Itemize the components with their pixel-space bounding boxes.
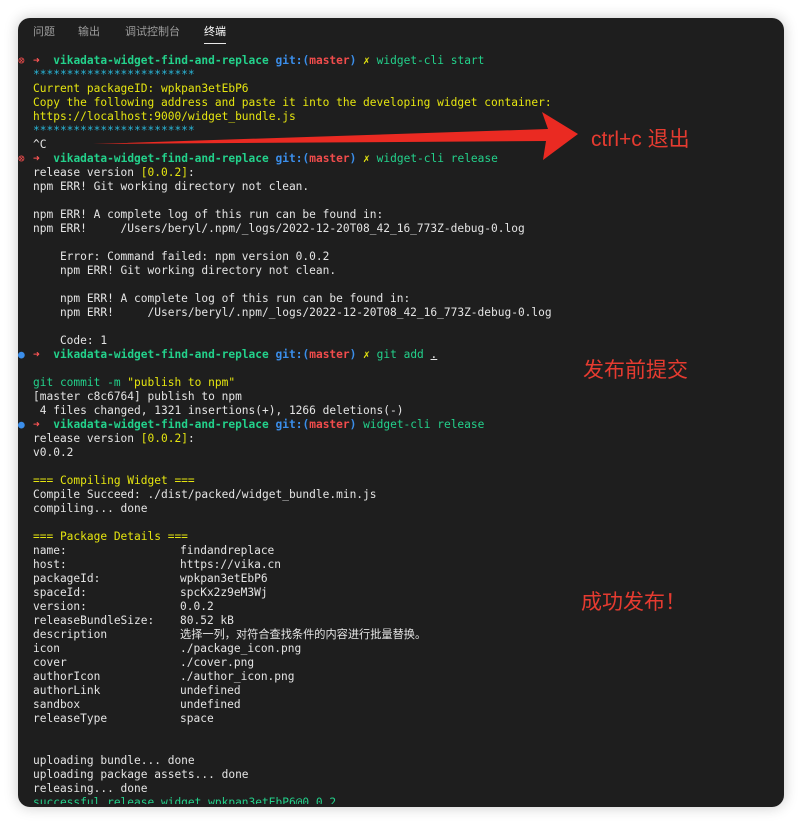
- annotation-success: 成功发布！: [581, 591, 686, 614]
- annotation-ctrl-c: ctrl+c 退出: [591, 128, 690, 151]
- terminal-panel: 问题 输出 调试控制台 终端 ⊗ ➜ vikadata-widget-find-a…: [18, 18, 784, 807]
- annotation-commit: 发布前提交: [583, 359, 688, 382]
